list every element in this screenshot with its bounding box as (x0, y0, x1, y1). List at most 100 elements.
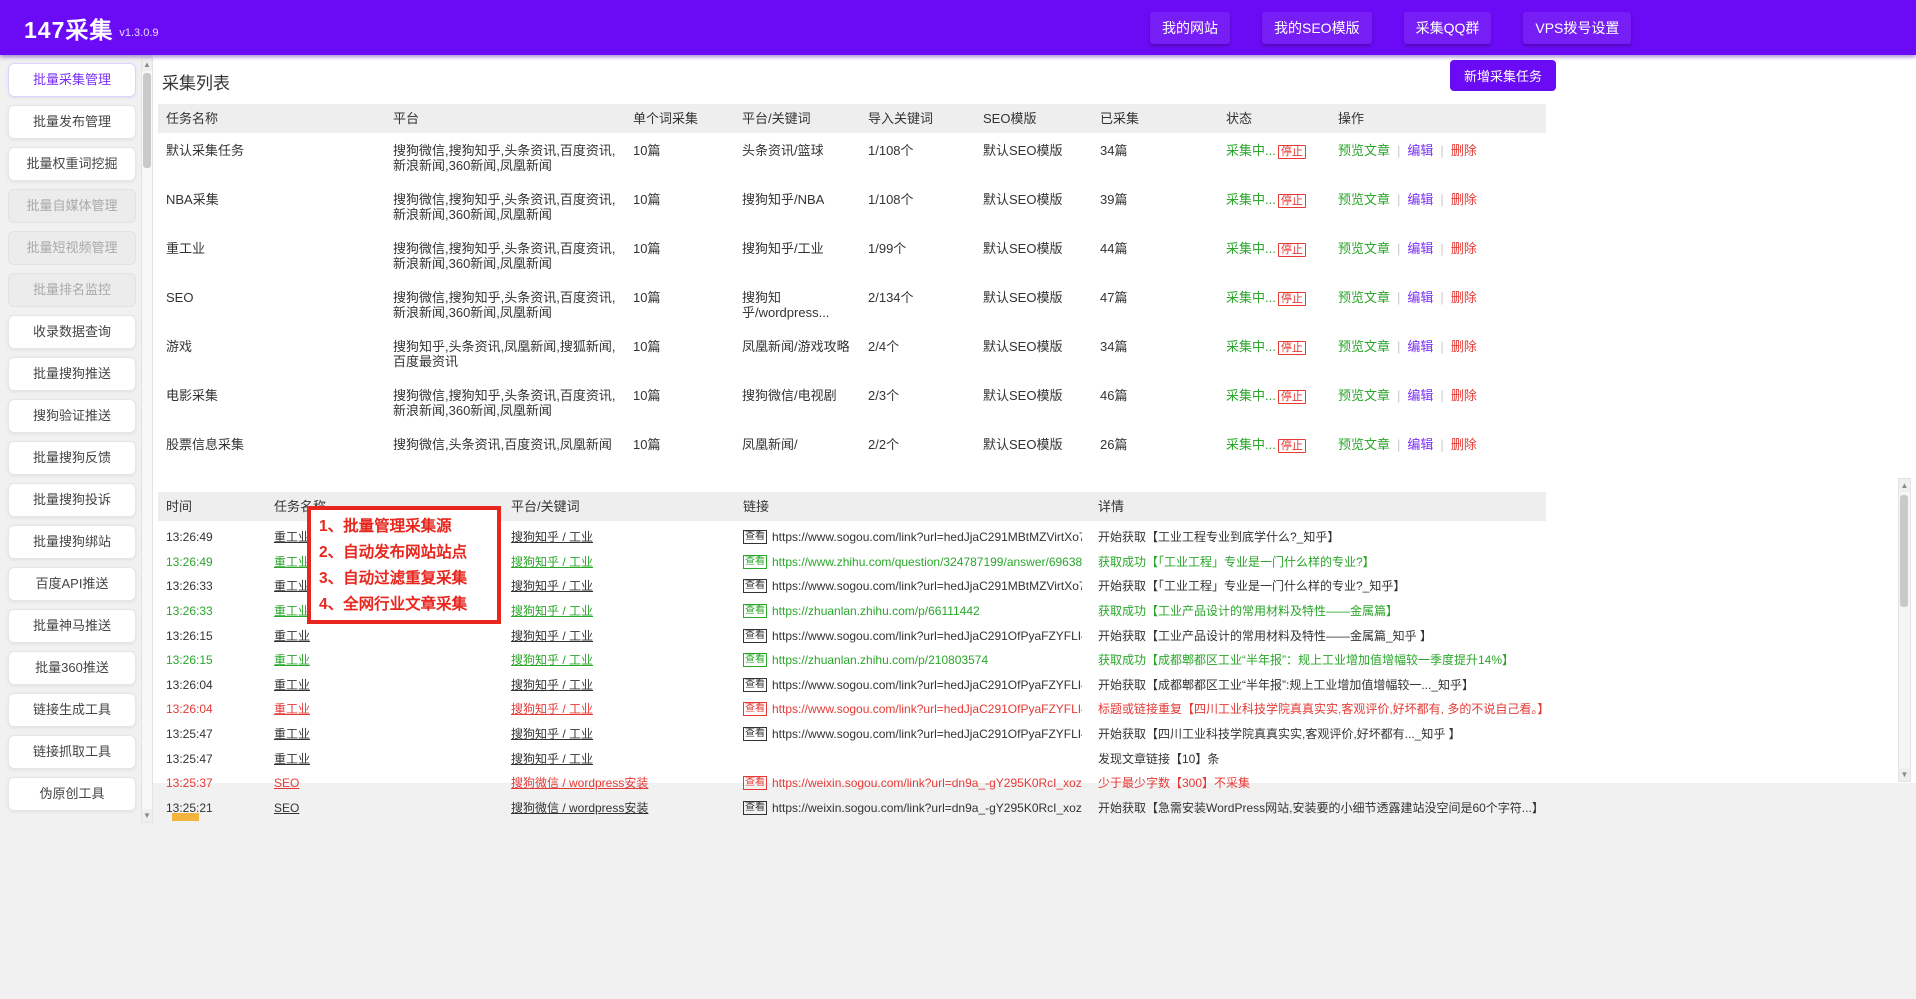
view-tag-button[interactable]: 查看 (743, 530, 767, 544)
log-scrollbar[interactable]: ▲ ▼ (1898, 478, 1911, 782)
log-platform-keyword-cell[interactable]: 搜狗知乎 / 工业 (503, 673, 735, 697)
edit-link[interactable]: 编辑 (1407, 339, 1433, 354)
preview-article-link[interactable]: 预览文章 (1338, 192, 1390, 207)
log-url-link[interactable]: https://www.sogou.com/link?url=hedJjaC29… (772, 530, 1082, 544)
nav-item[interactable]: 采集QQ群 (1404, 12, 1492, 44)
nav-item[interactable]: 我的SEO模版 (1262, 12, 1372, 44)
nav-item[interactable]: 我的网站 (1150, 12, 1230, 44)
sidebar-item[interactable]: 批量发布管理 (8, 105, 136, 139)
log-platform-keyword-cell[interactable]: 搜狗知乎 / 工业 (503, 747, 735, 771)
delete-link[interactable]: 删除 (1451, 388, 1477, 403)
log-platform-keyword-cell[interactable]: 搜狗知乎 / 工业 (503, 722, 735, 746)
view-tag-button[interactable]: 查看 (743, 727, 767, 741)
log-platform-keyword-cell[interactable]: 搜狗知乎 / 工业 (503, 648, 735, 672)
delete-link[interactable]: 删除 (1451, 437, 1477, 452)
delete-link[interactable]: 删除 (1451, 290, 1477, 305)
delete-link[interactable]: 删除 (1451, 143, 1477, 158)
scroll-up-icon[interactable]: ▲ (1899, 479, 1910, 492)
log-url-link[interactable]: https://www.sogou.com/link?url=hedJjaC29… (772, 579, 1082, 593)
stop-button[interactable]: 停止 (1278, 292, 1306, 306)
edit-link[interactable]: 编辑 (1407, 437, 1433, 452)
nav-item[interactable]: VPS拨号设置 (1523, 12, 1631, 44)
log-task-cell[interactable]: SEO (266, 796, 503, 820)
sidebar-item[interactable]: 链接生成工具 (8, 693, 136, 727)
preview-article-link[interactable]: 预览文章 (1338, 241, 1390, 256)
log-url-link[interactable]: https://zhuanlan.zhihu.com/p/210803574 (772, 653, 988, 667)
preview-article-link[interactable]: 预览文章 (1338, 339, 1390, 354)
log-platform-keyword-cell[interactable]: 搜狗知乎 / 工业 (503, 624, 735, 648)
view-tag-button[interactable]: 查看 (743, 801, 767, 815)
sidebar-item[interactable]: 批量搜狗反馈 (8, 441, 136, 475)
view-tag-button[interactable]: 查看 (743, 653, 767, 667)
sidebar-item[interactable]: 伪原创工具 (8, 777, 136, 811)
stop-button[interactable]: 停止 (1278, 194, 1306, 208)
log-task-cell[interactable]: 重工业 (266, 697, 503, 721)
stop-button[interactable]: 停止 (1278, 243, 1306, 257)
log-task-cell[interactable]: SEO (266, 771, 503, 795)
scroll-down-icon[interactable]: ▼ (142, 809, 152, 822)
edit-link[interactable]: 编辑 (1407, 388, 1433, 403)
scroll-down-icon[interactable]: ▼ (1899, 768, 1910, 781)
log-url-link[interactable]: https://www.sogou.com/link?url=hedJjaC29… (772, 678, 1082, 692)
view-tag-button[interactable]: 查看 (743, 678, 767, 692)
preview-article-link[interactable]: 预览文章 (1338, 388, 1390, 403)
add-task-button[interactable]: 新增采集任务 (1450, 60, 1556, 91)
sidebar-item[interactable]: 批量搜狗绑站 (8, 525, 136, 559)
view-tag-button[interactable]: 查看 (743, 776, 767, 790)
log-url-link[interactable]: https://weixin.sogou.com/link?url=dn9a_-… (772, 801, 1082, 815)
view-tag-button[interactable]: 查看 (743, 702, 767, 716)
view-tag-button[interactable]: 查看 (743, 604, 767, 618)
log-scrollbar-thumb[interactable] (1900, 495, 1908, 607)
edit-link[interactable]: 编辑 (1407, 290, 1433, 305)
log-url-link[interactable]: https://www.sogou.com/link?url=hedJjaC29… (772, 727, 1082, 741)
delete-link[interactable]: 删除 (1451, 192, 1477, 207)
sidebar-item[interactable]: 批量搜狗投诉 (8, 483, 136, 517)
log-task-cell[interactable]: 重工业 (266, 624, 503, 648)
preview-article-link[interactable]: 预览文章 (1338, 290, 1390, 305)
preview-article-link[interactable]: 预览文章 (1338, 143, 1390, 158)
sidebar-item[interactable]: 百度API推送 (8, 567, 136, 601)
sidebar-item[interactable]: 批量神马推送 (8, 609, 136, 643)
log-task-cell[interactable]: 重工业 (266, 722, 503, 746)
scroll-up-icon[interactable]: ▲ (142, 58, 152, 71)
stop-button[interactable]: 停止 (1278, 439, 1306, 453)
log-url-link[interactable]: https://www.sogou.com/link?url=hedJjaC29… (772, 629, 1082, 643)
log-url-link[interactable]: https://zhuanlan.zhihu.com/p/66111442 (772, 604, 980, 618)
sidebar-item[interactable]: 收录数据查询 (8, 315, 136, 349)
edit-link[interactable]: 编辑 (1407, 192, 1433, 207)
stop-button[interactable]: 停止 (1278, 390, 1306, 404)
log-url-link[interactable]: https://weixin.sogou.com/link?url=dn9a_-… (772, 776, 1082, 790)
delete-link[interactable]: 删除 (1451, 339, 1477, 354)
sidebar-scrollbar[interactable]: ▲ ▼ (141, 57, 153, 823)
log-platform-keyword-cell[interactable]: 搜狗微信 / wordpress安装 (503, 796, 735, 820)
sidebar-scrollbar-thumb[interactable] (143, 73, 151, 168)
log-platform-keyword-cell[interactable]: 搜狗知乎 / 工业 (503, 697, 735, 721)
task-name-cell: 电影采集 (158, 383, 385, 408)
sidebar-item[interactable]: 批量采集管理 (8, 63, 136, 97)
preview-article-link[interactable]: 预览文章 (1338, 437, 1390, 452)
delete-link[interactable]: 删除 (1451, 241, 1477, 256)
log-task-cell[interactable]: 重工业 (266, 747, 503, 771)
sidebar-item[interactable]: 批量360推送 (8, 651, 136, 685)
sidebar-item[interactable]: 链接抓取工具 (8, 735, 136, 769)
log-platform-keyword-cell[interactable]: 搜狗微信 / wordpress安装 (503, 771, 735, 795)
horizontal-scrollbar-thumb[interactable] (172, 813, 199, 821)
stop-button[interactable]: 停止 (1278, 341, 1306, 355)
sidebar-item[interactable]: 批量权重词挖掘 (8, 147, 136, 181)
log-platform-keyword-cell[interactable]: 搜狗知乎 / 工业 (503, 574, 735, 598)
sidebar-item[interactable]: 批量搜狗推送 (8, 357, 136, 391)
log-task-cell[interactable]: 重工业 (266, 648, 503, 672)
edit-link[interactable]: 编辑 (1407, 241, 1433, 256)
log-platform-keyword-cell[interactable]: 搜狗知乎 / 工业 (503, 599, 735, 623)
edit-link[interactable]: 编辑 (1407, 143, 1433, 158)
stop-button[interactable]: 停止 (1278, 145, 1306, 159)
log-task-cell[interactable]: 重工业 (266, 673, 503, 697)
log-url-link[interactable]: https://www.zhihu.com/question/324787199… (772, 555, 1082, 569)
view-tag-button[interactable]: 查看 (743, 579, 767, 593)
log-url-link[interactable]: https://www.sogou.com/link?url=hedJjaC29… (772, 702, 1082, 716)
view-tag-button[interactable]: 查看 (743, 629, 767, 643)
view-tag-button[interactable]: 查看 (743, 555, 767, 569)
sidebar-item[interactable]: 搜狗验证推送 (8, 399, 136, 433)
log-platform-keyword-cell[interactable]: 搜狗知乎 / 工业 (503, 550, 735, 574)
log-platform-keyword-cell[interactable]: 搜狗知乎 / 工业 (503, 525, 735, 549)
